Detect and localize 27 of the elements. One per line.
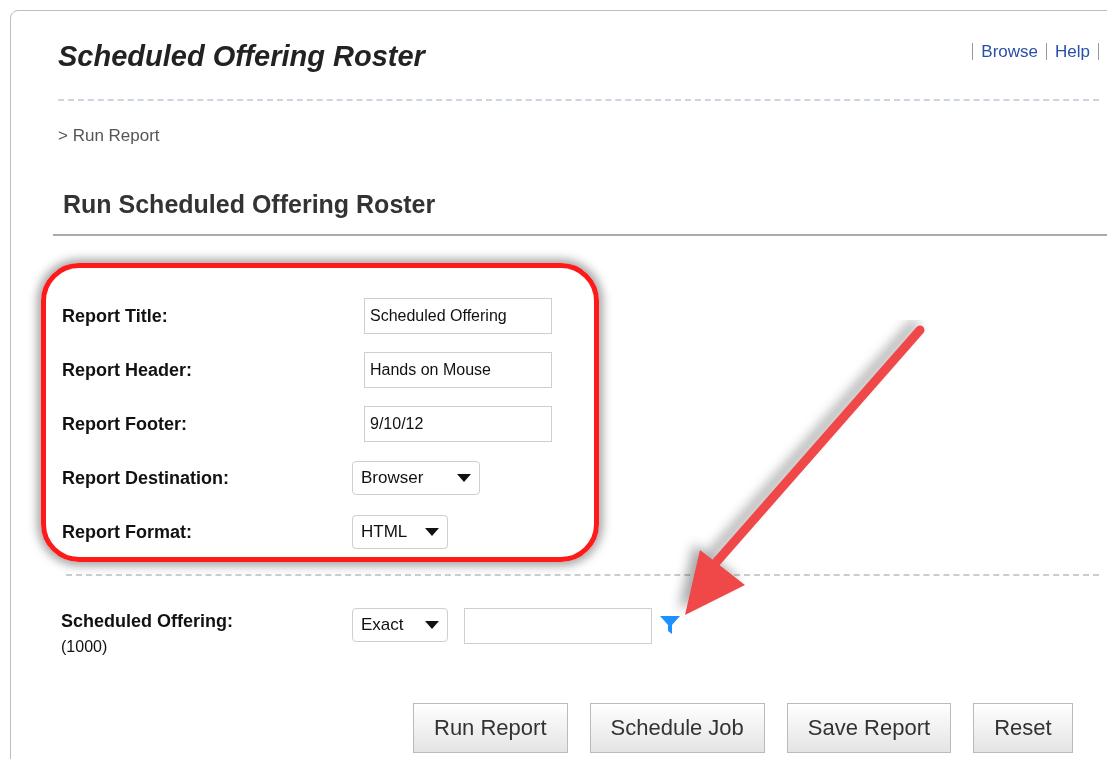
caret-icon [425,528,439,536]
dropdown[interactable]: Exact [352,607,448,642]
caret-icon [425,620,439,629]
action-button[interactable]: Save Report [786,702,952,753]
filter-icon[interactable] [660,614,680,635]
field-label: Report Format: [62,520,193,544]
field-label: Report Title: [62,304,169,328]
page-title: Scheduled Offering Roster [58,39,425,74]
field-label: Report Destination: [62,466,230,490]
action-button[interactable]: Schedule Job [589,702,765,753]
field-label: Report Footer: [62,412,188,436]
text-field[interactable]: Scheduled Offering [364,298,552,334]
record-count: (1000) [61,636,109,657]
search-field[interactable] [464,607,652,644]
nav-link[interactable]: Help [1055,39,1090,65]
dropdown[interactable]: Browser [352,461,480,495]
field-label: Report Header: [62,358,194,382]
action-button[interactable]: Reset [973,702,1073,753]
nav-link[interactable]: Browse [981,39,1039,65]
caret-icon [457,474,471,482]
text-field[interactable]: Hands on Mouse [364,352,552,388]
section-heading: Run Scheduled Offering Roster [63,189,437,220]
text-field[interactable]: 9/10/12 [364,406,552,442]
breadcrumb: > Run Report [58,124,161,147]
dropdown[interactable]: HTML [352,515,448,549]
field-label: Scheduled Offering: [61,609,234,633]
action-button[interactable]: Run Report [413,702,568,753]
